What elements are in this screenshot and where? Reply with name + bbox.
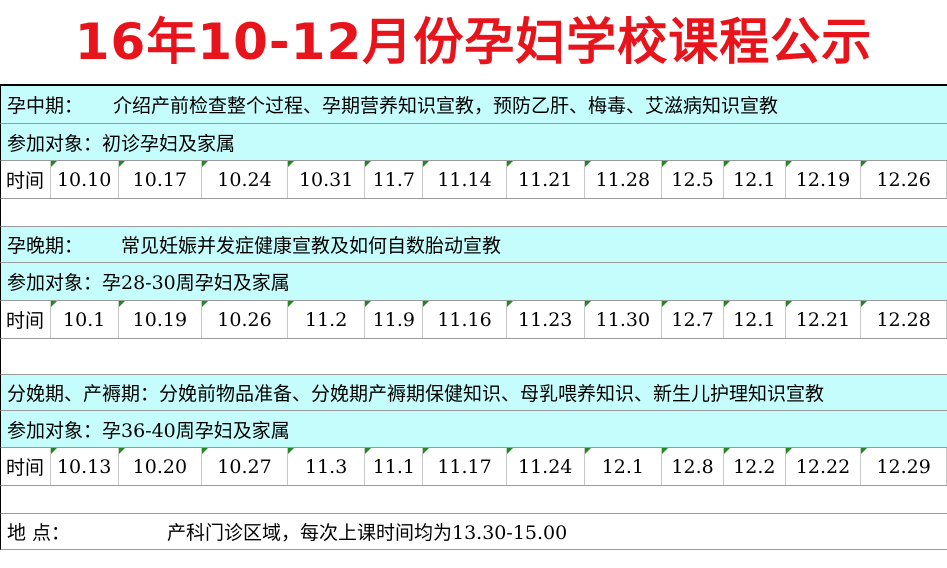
date-cell: 10.20 bbox=[118, 448, 203, 485]
date-cell: 10.10 bbox=[50, 161, 119, 198]
date-cell: 10.31 bbox=[287, 161, 366, 198]
time-label: 时间 bbox=[1, 301, 51, 338]
date-cell: 11.3 bbox=[287, 448, 366, 485]
time-row-delivery: 时间 10.13 10.20 10.27 11.3 11.1 11.17 11.24 12.1 1… bbox=[0, 448, 947, 486]
date-cell: 10.24 bbox=[202, 161, 288, 198]
topic-text: 分娩前物品准备、分娩期产褥期保健知识、母乳喂养知识、新生儿护理知识宣教 bbox=[159, 383, 825, 405]
date-cell: 11.28 bbox=[584, 161, 663, 198]
date-cell: 10.1 bbox=[50, 301, 119, 338]
page-title: 16年10-12月份孕妇学校课程公示 bbox=[74, 13, 873, 71]
time-label: 时间 bbox=[1, 161, 51, 198]
spacer-row bbox=[0, 199, 947, 227]
date-cell: 11.7 bbox=[365, 161, 424, 198]
date-cell: 11.9 bbox=[365, 301, 424, 338]
audience-text: 参加对象：孕36-40周孕妇及家属 bbox=[7, 419, 290, 442]
topic-label: 分娩期、产褥期： bbox=[7, 383, 160, 405]
topic-row-late-pregnancy: 孕晚期： 常见妊娠并发症健康宣教及如何自数胎动宣教 bbox=[0, 227, 947, 263]
audience-text: 参加对象：初诊孕妇及家属 bbox=[7, 132, 236, 155]
location-label: 地 点： bbox=[7, 522, 71, 544]
date-cell: 12.2 bbox=[723, 448, 786, 485]
date-cell: 12.8 bbox=[662, 448, 724, 485]
topic-label: 孕晚期： bbox=[7, 235, 84, 257]
audience-text: 参加对象：孕28-30周孕妇及家属 bbox=[7, 272, 290, 294]
date-cell: 11.23 bbox=[506, 301, 585, 338]
location-row: 地 点： 产科门诊区域，每次上课时间均为13.30-15.00 bbox=[0, 514, 947, 550]
spacer-row bbox=[0, 339, 947, 375]
audience-row-delivery: 参加对象：孕36-40周孕妇及家属 bbox=[0, 411, 947, 448]
date-cell: 12.7 bbox=[662, 301, 724, 338]
date-cell: 12.1 bbox=[584, 448, 663, 485]
date-cell: 11.30 bbox=[584, 301, 663, 338]
topic-text: 常见妊娠并发症健康宣教及如何自数胎动宣教 bbox=[121, 235, 502, 257]
date-cell: 12.1 bbox=[723, 161, 786, 198]
date-cell: 10.17 bbox=[118, 161, 203, 198]
date-cell: 12.21 bbox=[785, 301, 862, 338]
date-cell: 11.1 bbox=[365, 448, 424, 485]
time-row-mid-pregnancy: 时间 10.10 10.17 10.24 10.31 11.7 11.14 11.21 11.2… bbox=[0, 161, 947, 199]
time-label: 时间 bbox=[1, 448, 51, 485]
time-row-late-pregnancy: 时间 10.1 10.19 10.26 11.2 11.9 11.16 11.23 11.30 1… bbox=[0, 301, 947, 339]
date-cell: 12.28 bbox=[861, 301, 947, 338]
date-cell: 11.24 bbox=[506, 448, 585, 485]
topic-row-delivery: 分娩期、产褥期： 分娩前物品准备、分娩期产褥期保健知识、母乳喂养知识、新生儿护理知… bbox=[0, 375, 947, 411]
spacer-row bbox=[0, 486, 947, 514]
location-text: 产科门诊区域，每次上课时间均为13.30-15.00 bbox=[167, 522, 568, 544]
date-cell: 10.13 bbox=[50, 448, 119, 485]
schedule-sheet: 孕中期： 介绍产前检查整个过程、孕期营养知识宣教，预防乙肝、梅毒、艾滋病知识宣教 … bbox=[0, 84, 947, 550]
date-cell: 12.19 bbox=[785, 161, 862, 198]
topic-row-mid-pregnancy: 孕中期： 介绍产前检查整个过程、孕期营养知识宣教，预防乙肝、梅毒、艾滋病知识宣教 bbox=[0, 86, 947, 124]
date-cell: 12.29 bbox=[861, 448, 947, 485]
audience-row-late-pregnancy: 参加对象：孕28-30周孕妇及家属 bbox=[0, 263, 947, 301]
date-cell: 11.16 bbox=[423, 301, 507, 338]
date-cell: 12.1 bbox=[723, 301, 786, 338]
date-cell: 12.26 bbox=[861, 161, 947, 198]
date-cell: 11.21 bbox=[506, 161, 585, 198]
topic-text: 介绍产前检查整个过程、孕期营养知识宣教，预防乙肝、梅毒、艾滋病知识宣教 bbox=[113, 95, 779, 117]
topic-label: 孕中期： bbox=[7, 95, 84, 117]
date-cell: 10.27 bbox=[202, 448, 288, 485]
date-cell: 12.22 bbox=[785, 448, 862, 485]
date-cell: 11.14 bbox=[423, 161, 507, 198]
date-cell: 10.26 bbox=[202, 301, 288, 338]
date-cell: 10.19 bbox=[118, 301, 203, 338]
audience-row-mid-pregnancy: 参加对象：初诊孕妇及家属 bbox=[0, 124, 947, 161]
date-cell: 11.17 bbox=[423, 448, 507, 485]
date-cell: 11.2 bbox=[287, 301, 366, 338]
date-cell: 12.5 bbox=[662, 161, 724, 198]
